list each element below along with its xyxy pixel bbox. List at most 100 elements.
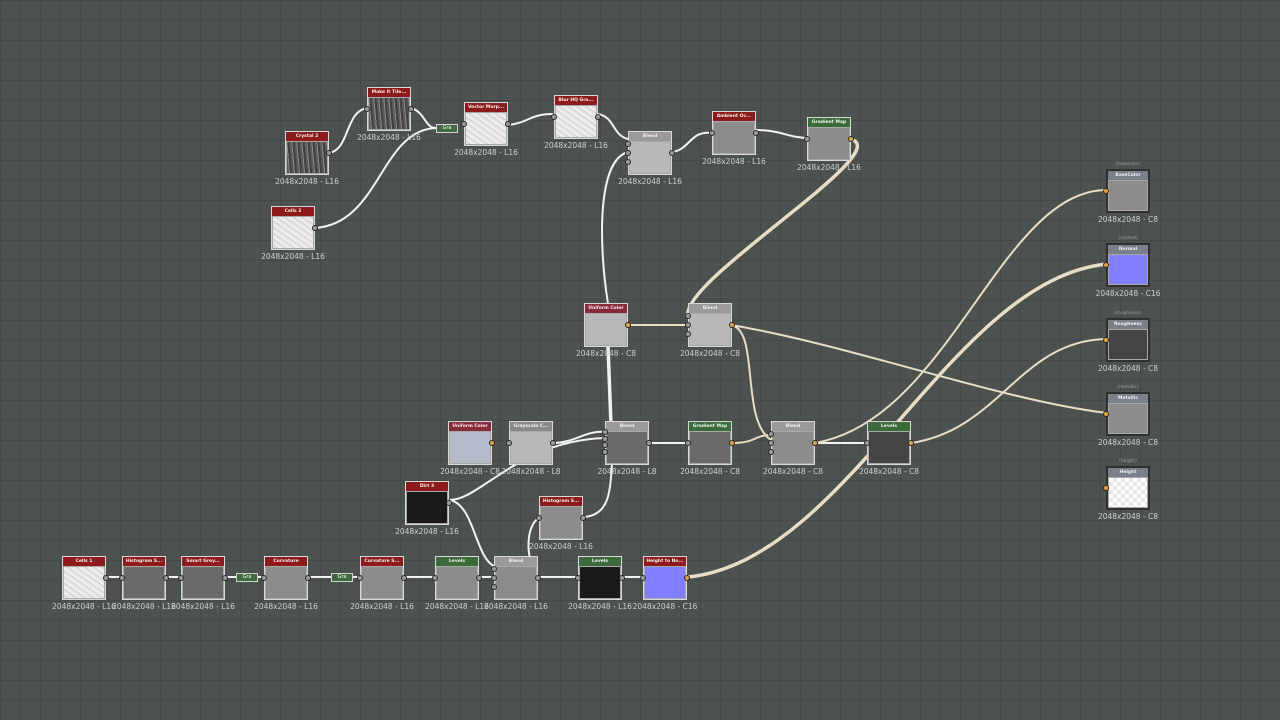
- output-port[interactable]: [326, 150, 332, 156]
- output-port[interactable]: [848, 136, 854, 142]
- input-port[interactable]: [602, 435, 608, 442]
- output-port[interactable]: [619, 575, 625, 581]
- input-port[interactable]: [357, 575, 363, 581]
- node-resolution: 2048x2048 - L16: [484, 602, 548, 611]
- node-dirt3[interactable]: Dirt 3: [405, 481, 449, 525]
- output-port[interactable]: [305, 575, 311, 581]
- output-port[interactable]: [312, 225, 318, 231]
- output-port[interactable]: [669, 150, 675, 156]
- input-port[interactable]: [685, 440, 691, 446]
- node-heighttonormal[interactable]: Height to No...: [643, 556, 687, 600]
- node-ucolor2[interactable]: Uniform Color: [448, 421, 492, 465]
- node-levels2[interactable]: Levels: [435, 556, 479, 600]
- node-smartgrey[interactable]: Smart Grey...: [181, 556, 225, 600]
- input-port[interactable]: [1103, 337, 1109, 343]
- output-port[interactable]: [550, 440, 556, 446]
- node-gmap2[interactable]: Gradient Map: [688, 421, 732, 465]
- node-blend2[interactable]: Blend: [688, 303, 732, 347]
- input-port[interactable]: [432, 575, 438, 581]
- output-port[interactable]: [103, 575, 109, 581]
- output-port[interactable]: [729, 322, 735, 328]
- input-port[interactable]: [575, 575, 581, 581]
- input-port[interactable]: [625, 150, 631, 156]
- input-port[interactable]: [1103, 485, 1109, 491]
- node-resolution: 2048x2048 - L16: [395, 527, 459, 536]
- node-resolution: 2048x2048 - C16: [1095, 289, 1161, 298]
- input-port[interactable]: [768, 440, 774, 446]
- output-port[interactable]: [446, 500, 452, 506]
- output-port[interactable]: [812, 440, 818, 446]
- output-height[interactable]: Height: [1106, 466, 1150, 510]
- node-makeit[interactable]: Make It Tile...: [367, 87, 411, 131]
- output-port[interactable]: [408, 106, 414, 112]
- output-port[interactable]: [625, 322, 631, 328]
- node-curvatures[interactable]: Curvature S...: [360, 556, 404, 600]
- input-port[interactable]: [536, 515, 542, 521]
- output-port[interactable]: [401, 575, 407, 581]
- output-port[interactable]: [505, 121, 511, 127]
- output-port[interactable]: [908, 440, 914, 446]
- node-histo1[interactable]: Histogram S...: [122, 556, 166, 600]
- input-port[interactable]: [1103, 262, 1109, 268]
- output-port[interactable]: [580, 515, 586, 521]
- node-thumbnail: [556, 106, 596, 137]
- output-port[interactable]: [535, 575, 541, 581]
- node-blend1[interactable]: Blend: [628, 131, 672, 175]
- input-port[interactable]: [602, 429, 608, 435]
- node-gmap1[interactable]: Gradient Map: [807, 117, 851, 161]
- node-ambient[interactable]: Ambient Oc...: [712, 111, 756, 155]
- node-blurhq[interactable]: Blur HQ Gra...: [554, 95, 598, 139]
- node-grayscale[interactable]: Grayscale C...: [509, 421, 553, 465]
- node-cells1[interactable]: Cells 1: [62, 556, 106, 600]
- input-port[interactable]: [261, 575, 267, 581]
- input-port[interactable]: [685, 322, 691, 328]
- input-port[interactable]: [804, 136, 810, 142]
- input-port[interactable]: [119, 575, 125, 581]
- output-roughness[interactable]: Roughness: [1106, 318, 1150, 362]
- input-port[interactable]: [506, 440, 512, 446]
- node-levels1[interactable]: Levels: [867, 421, 911, 465]
- node-thumbnail: [1109, 330, 1147, 359]
- input-port[interactable]: [640, 575, 646, 581]
- output-basecolor[interactable]: BaseColor: [1106, 169, 1150, 213]
- output-port[interactable]: [684, 575, 690, 581]
- output-port[interactable]: [163, 575, 169, 581]
- output-port[interactable]: [753, 130, 759, 136]
- input-port[interactable]: [1103, 188, 1109, 194]
- input-port[interactable]: [602, 448, 608, 455]
- input-port[interactable]: [625, 158, 631, 165]
- output-port[interactable]: [489, 440, 495, 446]
- input-port[interactable]: [551, 114, 557, 120]
- input-port[interactable]: [864, 440, 870, 446]
- input-port[interactable]: [364, 106, 370, 112]
- output-normal[interactable]: Normal: [1106, 243, 1150, 287]
- input-port[interactable]: [461, 121, 467, 127]
- output-port[interactable]: [595, 114, 601, 120]
- output-port[interactable]: [646, 440, 652, 446]
- input-port[interactable]: [491, 575, 497, 581]
- node-vector[interactable]: Vector Morp...: [464, 102, 508, 146]
- input-port[interactable]: [768, 448, 774, 455]
- node-blend3[interactable]: Blend: [605, 421, 649, 465]
- node-ucolor1[interactable]: Uniform Color: [584, 303, 628, 347]
- node-cells2[interactable]: Cells 2: [271, 206, 315, 250]
- output-port[interactable]: [476, 575, 482, 581]
- input-port[interactable]: [685, 330, 691, 337]
- output-port[interactable]: [729, 440, 735, 446]
- node-crystal2[interactable]: Crystal 2: [285, 131, 329, 175]
- output-port[interactable]: [222, 575, 228, 581]
- input-port[interactable]: [491, 583, 497, 590]
- node-blend4[interactable]: Blend: [771, 421, 815, 465]
- node-curvature[interactable]: Curvature: [264, 556, 308, 600]
- output-tag: (metallic): [1117, 385, 1139, 390]
- input-port[interactable]: [709, 130, 715, 136]
- node-histo2[interactable]: Histogram S...: [539, 496, 583, 540]
- node-levels3[interactable]: Levels: [578, 556, 622, 600]
- gradient-chip[interactable]: Gra: [331, 573, 353, 582]
- gradient-chip[interactable]: Gra: [436, 124, 458, 133]
- gradient-chip[interactable]: Gra: [236, 573, 258, 582]
- node-blend5[interactable]: Blend: [494, 556, 538, 600]
- input-port[interactable]: [178, 575, 184, 581]
- output-metallic[interactable]: Metallic: [1106, 392, 1150, 436]
- input-port[interactable]: [1103, 411, 1109, 417]
